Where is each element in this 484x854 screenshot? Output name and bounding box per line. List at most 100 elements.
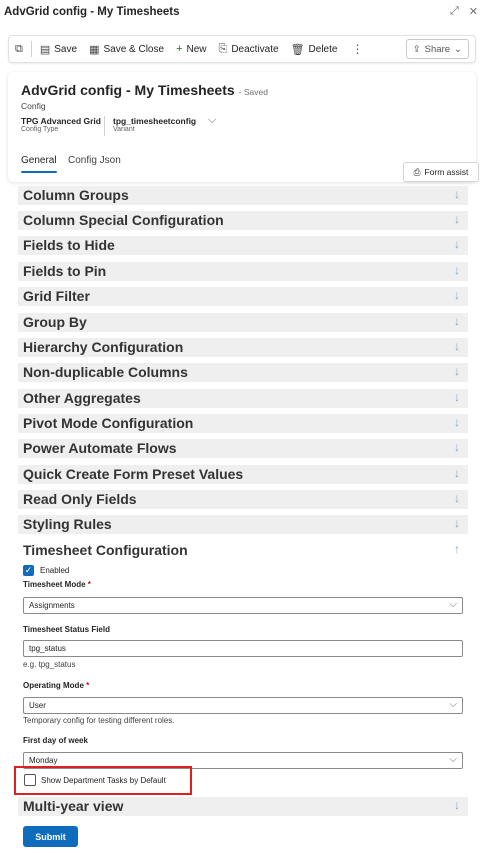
arrow-down-icon[interactable]: ↓ <box>454 466 460 480</box>
section-label: Multi-year view <box>23 798 124 814</box>
save-close-button[interactable]: ▦ Save & Close <box>83 36 170 62</box>
arrow-down-icon[interactable]: ↓ <box>454 390 460 404</box>
section-label: Pivot Mode Configuration <box>23 415 194 431</box>
share-button[interactable]: ⇪ Share ⌄ <box>405 39 469 59</box>
arrow-down-icon[interactable]: ↓ <box>454 288 460 302</box>
section-non-duplicable-columns[interactable]: Non-duplicable Columns ↓ <box>18 363 468 382</box>
save-icon: ▤ <box>39 43 51 56</box>
form-assist-label: Form assist <box>424 167 469 177</box>
form-assist-icon: ⎙ <box>413 166 421 177</box>
section-styling-rules[interactable]: Styling Rules ↓ <box>18 515 468 534</box>
arrow-down-icon[interactable]: ↓ <box>454 187 460 201</box>
delete-button[interactable]: 🗑 Delete <box>285 36 344 62</box>
deactivate-label: Deactivate <box>231 43 279 55</box>
timesheet-status-field-input[interactable]: tpg_status <box>23 640 463 657</box>
new-button[interactable]: + New <box>170 36 212 62</box>
timesheet-mode-label: Timesheet Mode * <box>23 580 91 589</box>
section-column-groups[interactable]: Column Groups ↓ <box>18 186 468 205</box>
timesheet-status-field-label: Timesheet Status Field <box>23 625 110 634</box>
chevron-down-icon: ⌄ <box>454 43 462 55</box>
window-title: AdvGrid config - My Timesheets <box>4 6 180 18</box>
timesheet-mode-label-text: Timesheet Mode <box>23 580 86 589</box>
submit-button[interactable]: Submit <box>23 826 78 847</box>
first-day-of-week-value: Monday <box>29 756 58 765</box>
timesheet-mode-value: Assignments <box>29 601 75 610</box>
section-label: Quick Create Form Preset Values <box>23 466 244 482</box>
variant-label: Variant <box>113 126 135 133</box>
arrow-down-icon[interactable]: ↓ <box>454 263 460 277</box>
form-assist-button[interactable]: ⎙ Form assist <box>403 162 479 182</box>
section-label: Timesheet Configuration <box>23 542 188 558</box>
arrow-down-icon[interactable]: ↓ <box>454 798 460 812</box>
config-type-label: Config Type <box>21 126 59 133</box>
required-indicator: * <box>87 580 91 589</box>
deactivate-button[interactable]: ⎘ Deactivate <box>213 36 285 62</box>
section-hierarchy-configuration[interactable]: Hierarchy Configuration ↓ <box>18 338 468 357</box>
plus-icon: + <box>176 43 183 55</box>
active-tab-indicator <box>21 171 57 173</box>
section-fields-to-hide[interactable]: Fields to Hide ↓ <box>18 236 468 255</box>
operating-mode-value: User <box>29 701 46 710</box>
section-grid-filter[interactable]: Grid Filter ↓ <box>18 287 468 306</box>
section-group-by[interactable]: Group By ↓ <box>18 313 468 332</box>
section-label: Fields to Pin <box>23 263 107 279</box>
section-label: Fields to Hide <box>23 237 115 253</box>
timesheet-mode-select[interactable]: Assignments ⌵ <box>23 597 463 614</box>
arrow-down-icon[interactable]: ↓ <box>454 212 460 226</box>
enabled-checkbox[interactable]: ✓ <box>23 565 34 576</box>
more-commands-icon[interactable]: ⋮ <box>343 42 371 56</box>
chevron-down-icon: ⌵ <box>449 754 457 765</box>
arrow-up-icon[interactable]: ↑ <box>454 542 460 556</box>
operating-mode-label-text: Operating Mode <box>23 681 84 690</box>
section-power-automate-flows[interactable]: Power Automate Flows ↓ <box>18 439 468 458</box>
section-multi-year-view[interactable]: Multi-year view ↓ <box>18 797 468 816</box>
section-label: Column Special Configuration <box>23 212 224 228</box>
tab-general[interactable]: General <box>21 155 57 166</box>
save-close-label: Save & Close <box>103 43 165 55</box>
section-label: Read Only Fields <box>23 491 137 507</box>
enabled-label: Enabled <box>40 566 70 575</box>
command-bar: ⧉ ▤ Save ▦ Save & Close + New ⎘ Deactivate 🗑… <box>8 35 476 63</box>
section-label: Column Groups <box>23 187 129 203</box>
arrow-down-icon[interactable]: ↓ <box>454 440 460 454</box>
section-label: Grid Filter <box>23 288 90 304</box>
section-other-aggregates[interactable]: Other Aggregates ↓ <box>18 389 468 408</box>
arrow-down-icon[interactable]: ↓ <box>454 415 460 429</box>
open-in-new-window-button[interactable]: ⧉ <box>9 36 29 62</box>
config-type-value: TPG Advanced Grid <box>21 116 101 126</box>
close-icon[interactable]: ✕ <box>469 5 478 18</box>
first-day-of-week-label: First day of week <box>23 736 88 745</box>
arrow-down-icon[interactable]: ↓ <box>454 314 460 328</box>
highlight-box <box>14 766 192 795</box>
trash-icon: 🗑 <box>290 43 305 56</box>
save-button[interactable]: ▤ Save <box>34 36 83 62</box>
section-fields-to-pin[interactable]: Fields to Pin ↓ <box>18 262 468 281</box>
share-label: Share <box>424 43 451 55</box>
record-title-row: AdvGrid config - My Timesheets - Saved <box>21 82 268 98</box>
arrow-down-icon[interactable]: ↓ <box>454 516 460 530</box>
arrow-down-icon[interactable]: ↓ <box>454 364 460 378</box>
section-read-only-fields[interactable]: Read Only Fields ↓ <box>18 490 468 509</box>
operating-mode-select[interactable]: User ⌵ <box>23 697 463 714</box>
entity-name: Config <box>21 101 46 111</box>
section-pivot-mode-configuration[interactable]: Pivot Mode Configuration ↓ <box>18 414 468 433</box>
window-titlebar: AdvGrid config - My Timesheets ⤢ ✕ <box>0 0 484 26</box>
operating-mode-label: Operating Mode * <box>23 681 89 690</box>
deactivate-icon: ⎘ <box>218 42 228 55</box>
record-title: AdvGrid config - My Timesheets <box>21 82 235 98</box>
timesheet-status-field-value: tpg_status <box>29 644 66 653</box>
tab-config-json[interactable]: Config Json <box>68 155 121 166</box>
section-timesheet-configuration[interactable]: Timesheet Configuration ↑ <box>18 540 468 561</box>
arrow-down-icon[interactable]: ↓ <box>454 339 460 353</box>
header-divider <box>104 116 105 136</box>
arrow-down-icon[interactable]: ↓ <box>454 237 460 251</box>
header-expand-chevron-icon[interactable]: ⌵ <box>208 114 216 127</box>
required-indicator: * <box>86 681 90 690</box>
section-column-special-configuration[interactable]: Column Special Configuration ↓ <box>18 211 468 230</box>
section-label: Group By <box>23 314 87 330</box>
section-quick-create-form-preset-values[interactable]: Quick Create Form Preset Values ↓ <box>18 465 468 484</box>
expand-icon[interactable]: ⤢ <box>450 5 459 18</box>
share-icon: ⇪ <box>412 43 421 55</box>
arrow-down-icon[interactable]: ↓ <box>454 491 460 505</box>
save-close-icon: ▦ <box>89 43 100 56</box>
